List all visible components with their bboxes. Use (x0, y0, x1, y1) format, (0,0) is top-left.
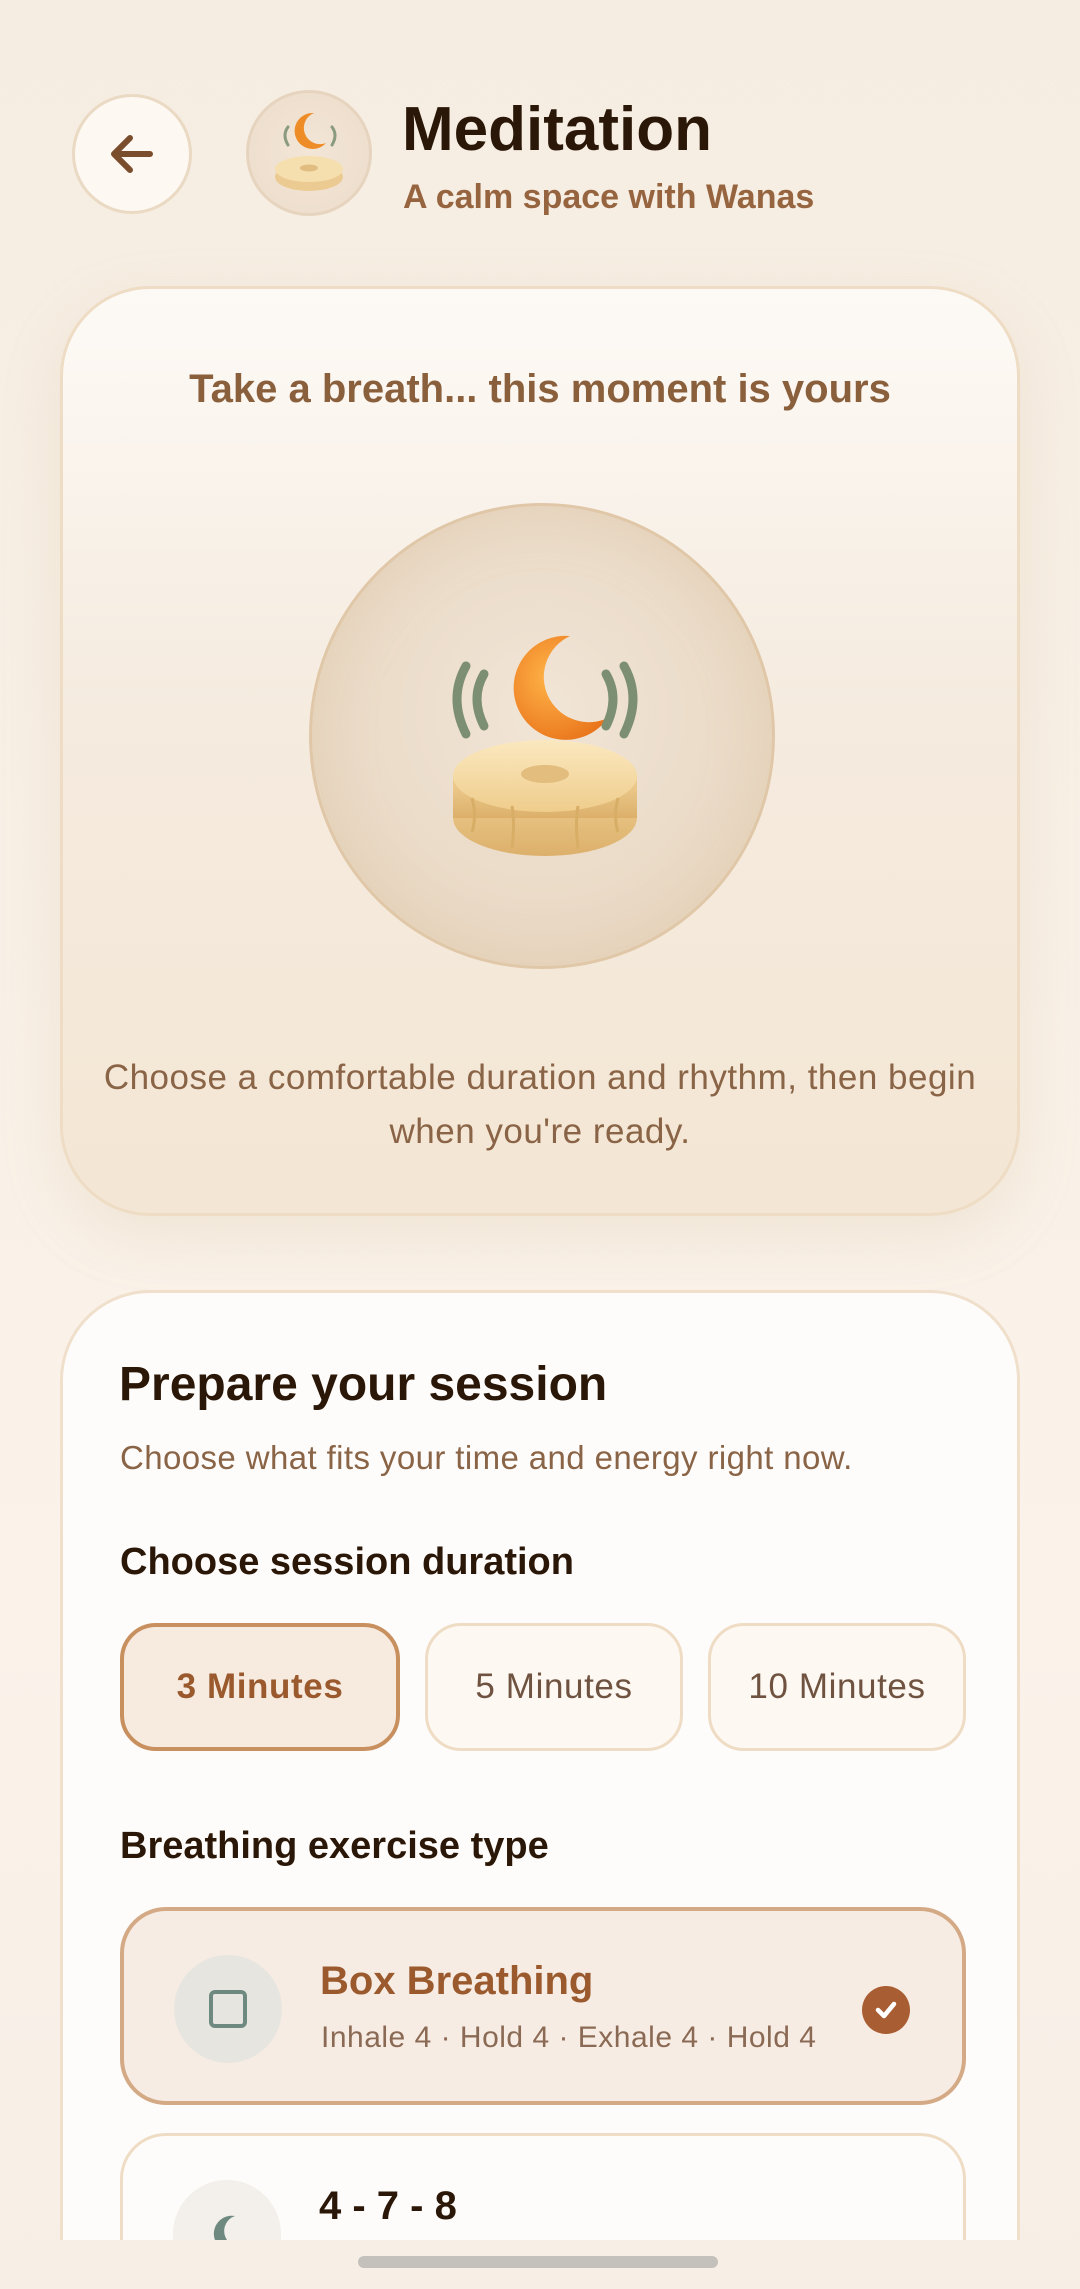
header-avatar (246, 90, 372, 216)
duration-10-min-button[interactable]: 10 Minutes (708, 1623, 966, 1751)
duration-5-min-button[interactable]: 5 Minutes (425, 1623, 683, 1751)
duration-3-min-button[interactable]: 3 Minutes (120, 1623, 400, 1751)
exercise-type-label: Breathing exercise type (120, 1825, 549, 1867)
session-card: Prepare your session Choose what fits yo… (60, 1290, 1020, 2289)
hero-card: Take a breath... this moment is yours Ch… (60, 286, 1020, 1216)
meditation-cushion-moon-icon (275, 112, 343, 191)
back-button[interactable] (72, 94, 192, 214)
exercise-name: Box Breathing (320, 1959, 594, 2003)
exercise-option-box-breathing[interactable]: Box Breathing Inhale 4 · Hold 4 · Exhale… (120, 1907, 966, 2105)
hero-illustration-circle (309, 503, 775, 969)
duration-label: Choose session duration (120, 1541, 574, 1583)
arrow-left-icon (111, 135, 153, 173)
page-title: Meditation (402, 95, 712, 164)
exercise-name: 4 - 7 - 8 (319, 2184, 457, 2228)
exercise-detail: Inhale 4 · Hold 4 · Exhale 4 · Hold 4 (321, 2021, 817, 2054)
session-subtitle: Choose what fits your time and energy ri… (120, 1439, 853, 1476)
page-subtitle: A calm space with Wanas (403, 178, 815, 216)
exercise-icon-wrap (174, 1955, 282, 2063)
check-icon (862, 1986, 910, 2034)
session-title: Prepare your session (119, 1358, 608, 1411)
hero-description: Choose a comfortable duration and rhythm… (103, 1058, 977, 1151)
hero-title: Take a breath... this moment is yours (189, 367, 891, 411)
home-indicator[interactable] (358, 2256, 718, 2268)
square-icon (209, 1990, 247, 2028)
meditation-cushion-moon-icon (452, 635, 638, 856)
